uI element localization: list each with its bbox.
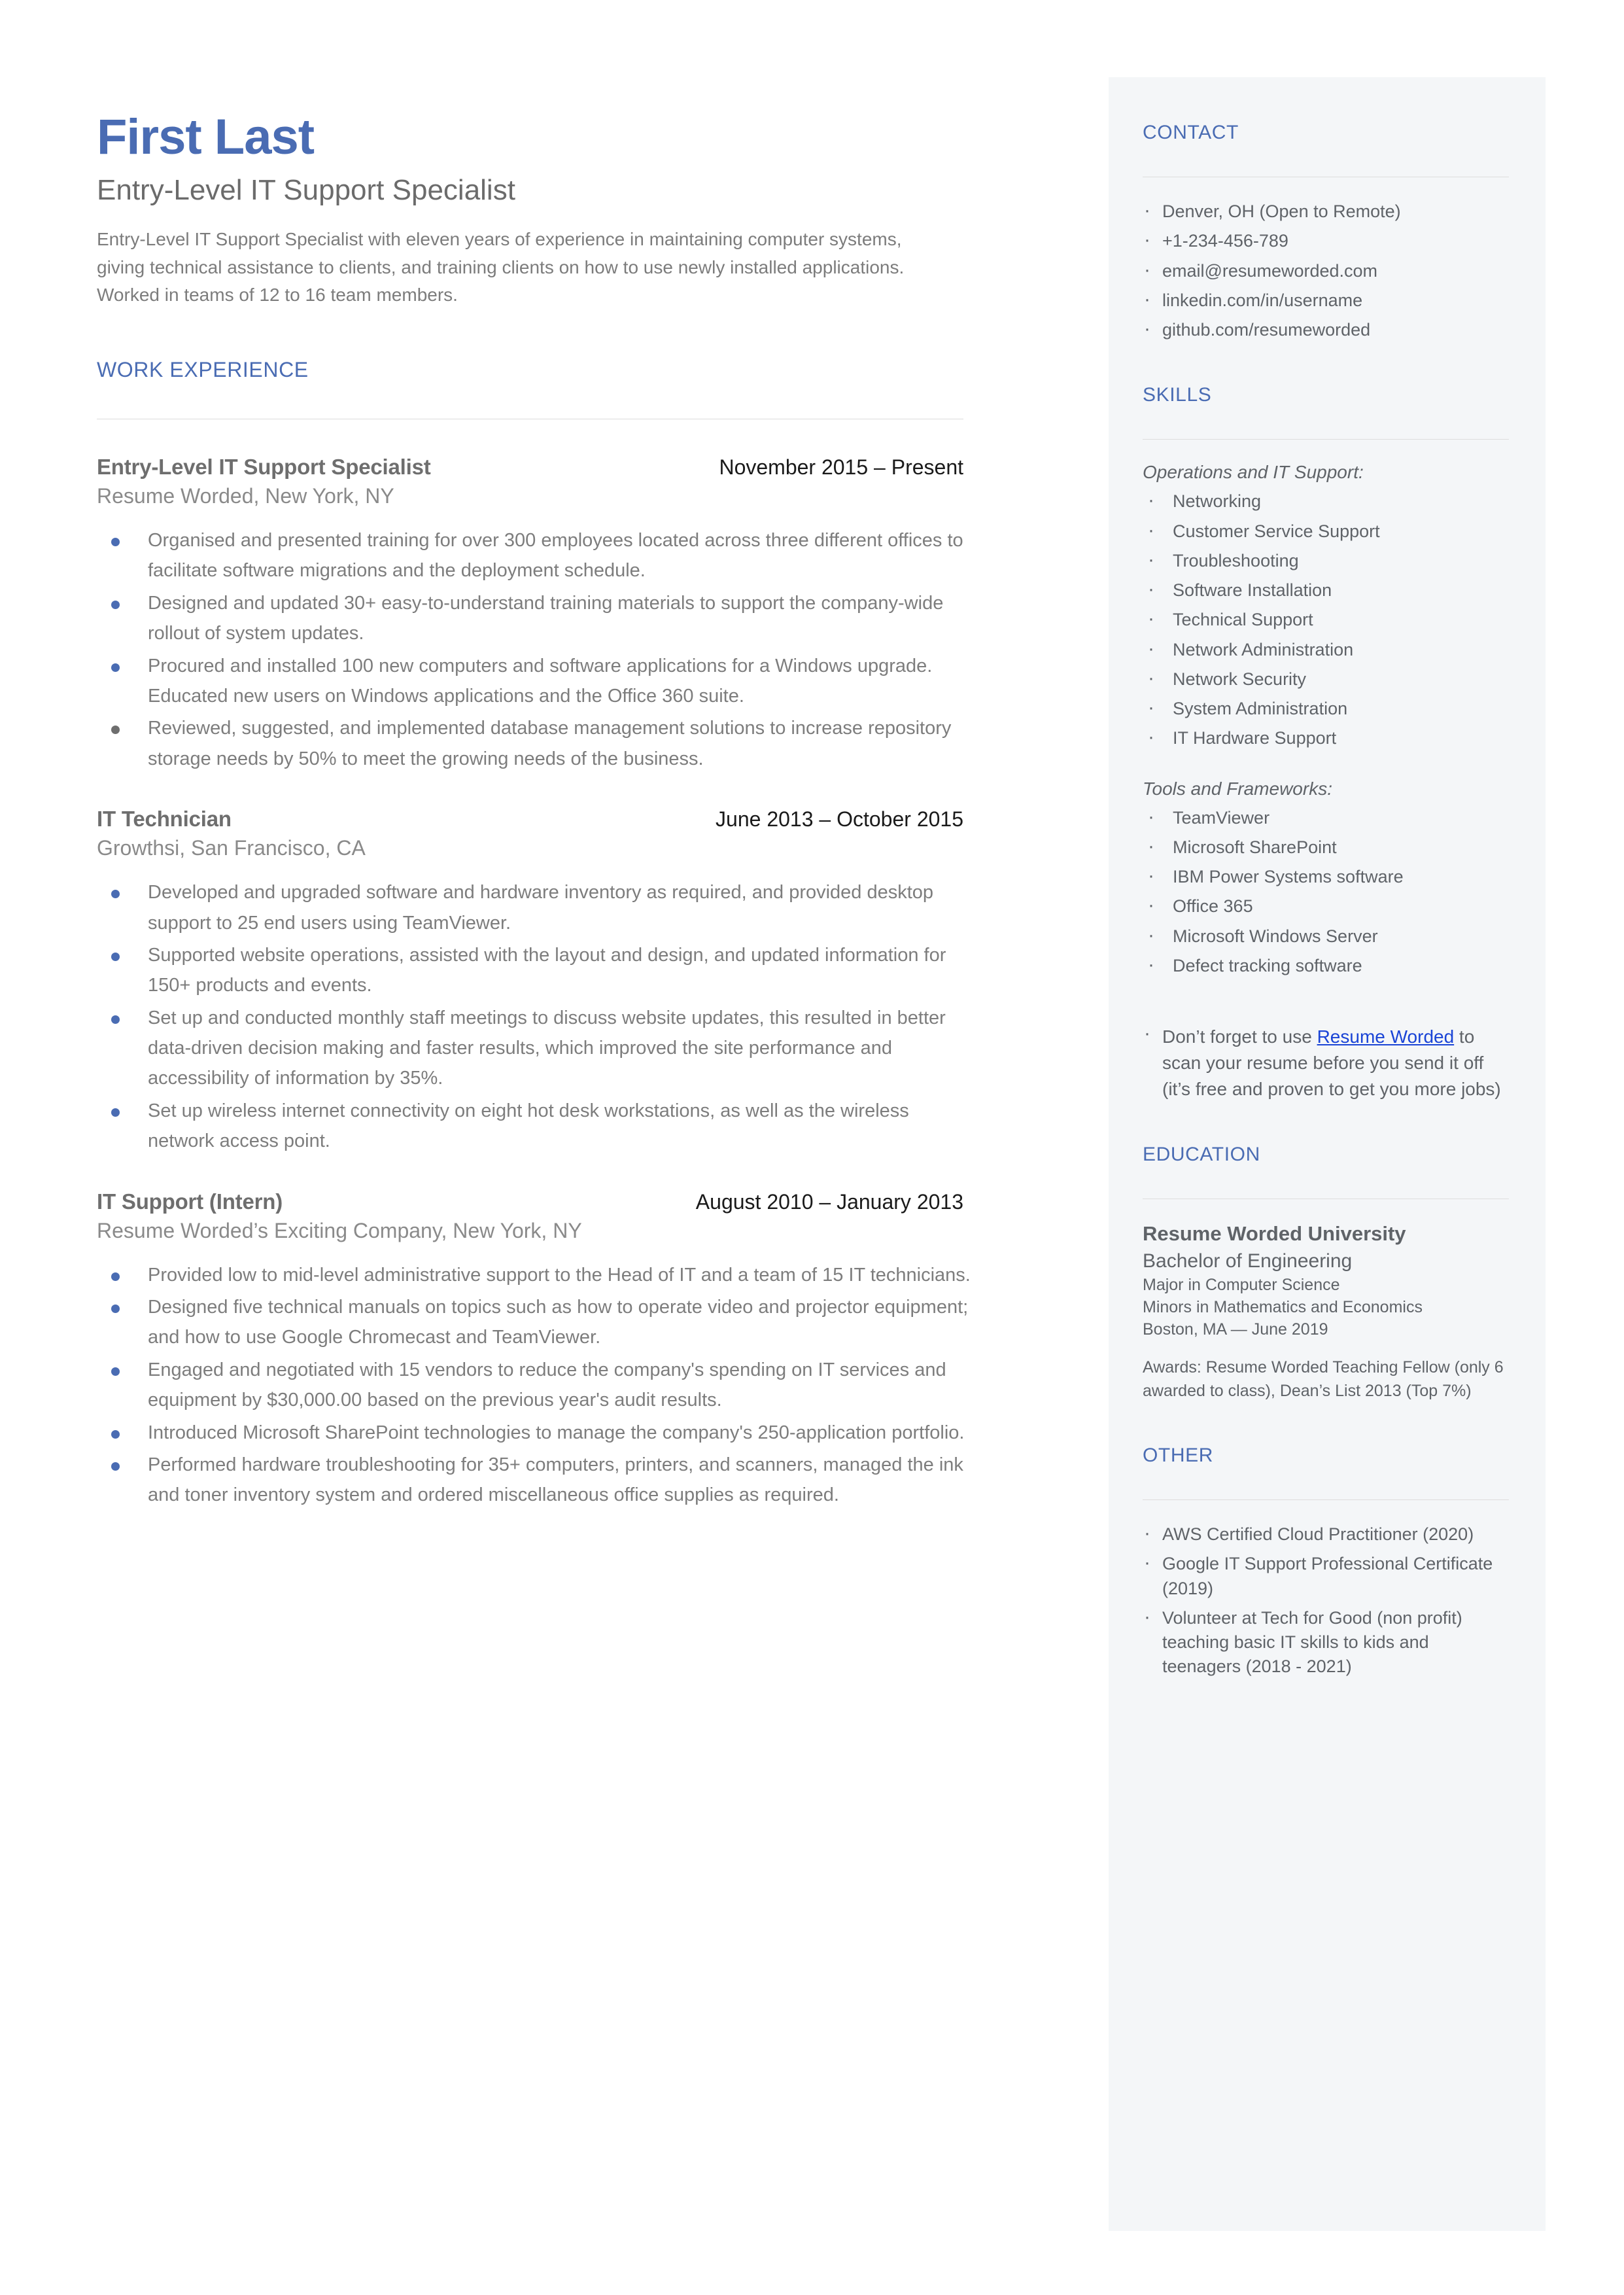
skill-group-title: Operations and IT Support: xyxy=(1143,462,1364,483)
skill-item: Troubleshooting xyxy=(1143,546,1512,574)
skill-item: System Administration xyxy=(1143,694,1512,722)
other-section-title: OTHER xyxy=(1143,1445,1213,1466)
skill-list: NetworkingCustomer Service SupportTroubl… xyxy=(1143,487,1512,751)
skill-item: Defect tracking software xyxy=(1143,951,1512,979)
skill-group-title: Tools and Frameworks: xyxy=(1143,778,1332,799)
contact-section: CONTACT Denver, OH (Open to Remote)+1-23… xyxy=(1143,122,1512,343)
job-header-row: Entry-Level IT Support Specialist Novembe… xyxy=(97,455,963,480)
job-entry: IT Support (Intern) August 2010 – January… xyxy=(97,1189,971,1511)
skill-item: Network Security xyxy=(1143,665,1512,692)
job-bullet: Performed hardware troubleshooting for 3… xyxy=(97,1450,973,1511)
contact-section-title: CONTACT xyxy=(1143,122,1239,143)
skill-item: Microsoft Windows Server xyxy=(1143,921,1512,949)
skill-list: TeamViewer Microsoft SharePointIBM Power … xyxy=(1143,803,1512,979)
contact-item: github.com/resumeworded xyxy=(1143,315,1512,343)
education-section: EDUCATION Resume Worded University Bache… xyxy=(1143,1144,1512,1403)
job-bullet: Developed and upgraded software and hard… xyxy=(97,877,973,938)
job-header-row: IT Support (Intern) August 2010 – January… xyxy=(97,1189,963,1214)
professional-summary: Entry-Level IT Support Specialist with e… xyxy=(97,229,905,306)
skill-item: Customer Service Support xyxy=(1143,516,1512,544)
skills-section: SKILLS Operations and IT Support: Network… xyxy=(1143,384,1512,1102)
job-bullet-list: Organised and presented training for ove… xyxy=(97,525,967,774)
education-degree: Bachelor of Engineering xyxy=(1143,1250,1353,1272)
skill-item: Office 365 xyxy=(1143,892,1512,919)
job-dates: August 2010 – January 2013 xyxy=(695,1189,963,1214)
other-list: AWS Certified Cloud Practitioner (2020)G… xyxy=(1143,1520,1512,1679)
job-company: Resume Worded’s Exciting Company, New Yo… xyxy=(97,1218,582,1242)
job-company: Growthsi, San Francisco, CA xyxy=(97,836,366,860)
education-location-date: Boston, MA — June 2019 xyxy=(1143,1320,1328,1339)
skills-section-title: SKILLS xyxy=(1143,384,1212,406)
skills-groups: Operations and IT Support: NetworkingCust… xyxy=(1143,462,1512,978)
job-title: IT Support (Intern) xyxy=(97,1189,283,1214)
job-bullet: Procured and installed 100 new computers… xyxy=(97,651,973,712)
candidate-headline: Entry-Level IT Support Specialist xyxy=(97,173,515,206)
job-bullet: Organised and presented training for ove… xyxy=(97,525,973,586)
skill-group: Operations and IT Support: NetworkingCust… xyxy=(1143,462,1512,751)
contact-item: email@resumeworded.com xyxy=(1143,256,1512,283)
other-divider xyxy=(1143,1499,1509,1500)
resume-worded-link[interactable]: Resume Worded xyxy=(1317,1026,1455,1047)
skill-group: Tools and Frameworks: TeamViewer Microsoft… xyxy=(1143,779,1512,979)
education-minors: Minors in Mathematics and Economics xyxy=(1143,1298,1423,1316)
contact-list: Denver, OH (Open to Remote)+1-234-456-78… xyxy=(1143,197,1512,343)
skill-item: Technical Support xyxy=(1143,605,1512,633)
work-experience-list: Entry-Level IT Support Specialist Novembe… xyxy=(97,455,971,1511)
contact-item: linkedin.com/in/username xyxy=(1143,286,1512,313)
resume-worded-promo: Don’t forget to use Resume Worded to sca… xyxy=(1143,1020,1512,1102)
job-title: IT Technician xyxy=(97,807,232,832)
promo-text-before: Don’t forget to use xyxy=(1162,1026,1317,1047)
main-column: First Last Entry-Level IT Support Specia… xyxy=(97,109,971,1513)
other-item: Google IT Support Professional Certifica… xyxy=(1143,1549,1512,1601)
skill-item: Software Installation xyxy=(1143,576,1512,603)
job-bullet: Set up and conducted monthly staff meeti… xyxy=(97,1003,973,1094)
skill-item: IT Hardware Support xyxy=(1143,724,1512,751)
skills-divider xyxy=(1143,439,1509,440)
job-bullet: Provided low to mid-level administrative… xyxy=(97,1260,973,1290)
skill-item: TeamViewer xyxy=(1143,803,1512,830)
education-section-title: EDUCATION xyxy=(1143,1144,1260,1166)
skill-item: Microsoft SharePoint xyxy=(1143,833,1512,860)
job-header-row: IT Technician June 2013 – October 2015 xyxy=(97,807,963,832)
other-section: OTHER AWS Certified Cloud Practitioner (… xyxy=(1143,1445,1512,1679)
skill-item: Network Administration xyxy=(1143,635,1512,662)
job-bullet: Designed and updated 30+ easy-to-underst… xyxy=(97,588,973,649)
candidate-name: First Last xyxy=(97,109,315,165)
education-major: Major in Computer Science xyxy=(1143,1276,1340,1294)
resume-page: First Last Entry-Level IT Support Specia… xyxy=(0,0,1624,2295)
job-bullet-list: Developed and upgraded software and hard… xyxy=(97,877,967,1157)
education-school: Resume Worded University xyxy=(1143,1222,1406,1246)
education-awards: Awards: Resume Worded Teaching Fellow (o… xyxy=(1143,1358,1504,1400)
job-bullet: Set up wireless internet connectivity on… xyxy=(97,1096,973,1157)
job-dates: November 2015 – Present xyxy=(719,455,963,479)
job-title: Entry-Level IT Support Specialist xyxy=(97,454,431,479)
skill-item: IBM Power Systems software xyxy=(1143,862,1512,890)
contact-item: +1-234-456-789 xyxy=(1143,226,1512,254)
sidebar: CONTACT Denver, OH (Open to Remote)+1-23… xyxy=(1109,77,1546,2231)
job-bullet-list: Provided low to mid-level administrative… xyxy=(97,1260,971,1511)
job-bullet: Supported website operations, assisted w… xyxy=(97,940,973,1001)
skill-item: Networking xyxy=(1143,487,1512,514)
job-bullet: Reviewed, suggested, and implemented dat… xyxy=(97,713,973,774)
other-item: AWS Certified Cloud Practitioner (2020) xyxy=(1143,1520,1512,1547)
job-bullet: Designed five technical manuals on topic… xyxy=(97,1292,973,1353)
work-experience-section-title: WORK EXPERIENCE xyxy=(97,357,309,381)
job-company: Resume Worded, New York, NY xyxy=(97,483,394,508)
job-bullet: Introduced Microsoft SharePoint technolo… xyxy=(97,1418,973,1448)
job-entry: IT Technician June 2013 – October 2015 Gro… xyxy=(97,807,967,1157)
job-dates: June 2013 – October 2015 xyxy=(716,807,963,832)
job-bullet: Engaged and negotiated with 15 vendors t… xyxy=(97,1355,973,1416)
job-entry: Entry-Level IT Support Specialist Novembe… xyxy=(97,455,967,774)
other-item: Volunteer at Tech for Good (non profit) … xyxy=(1143,1603,1512,1679)
contact-item: Denver, OH (Open to Remote) xyxy=(1143,197,1512,224)
